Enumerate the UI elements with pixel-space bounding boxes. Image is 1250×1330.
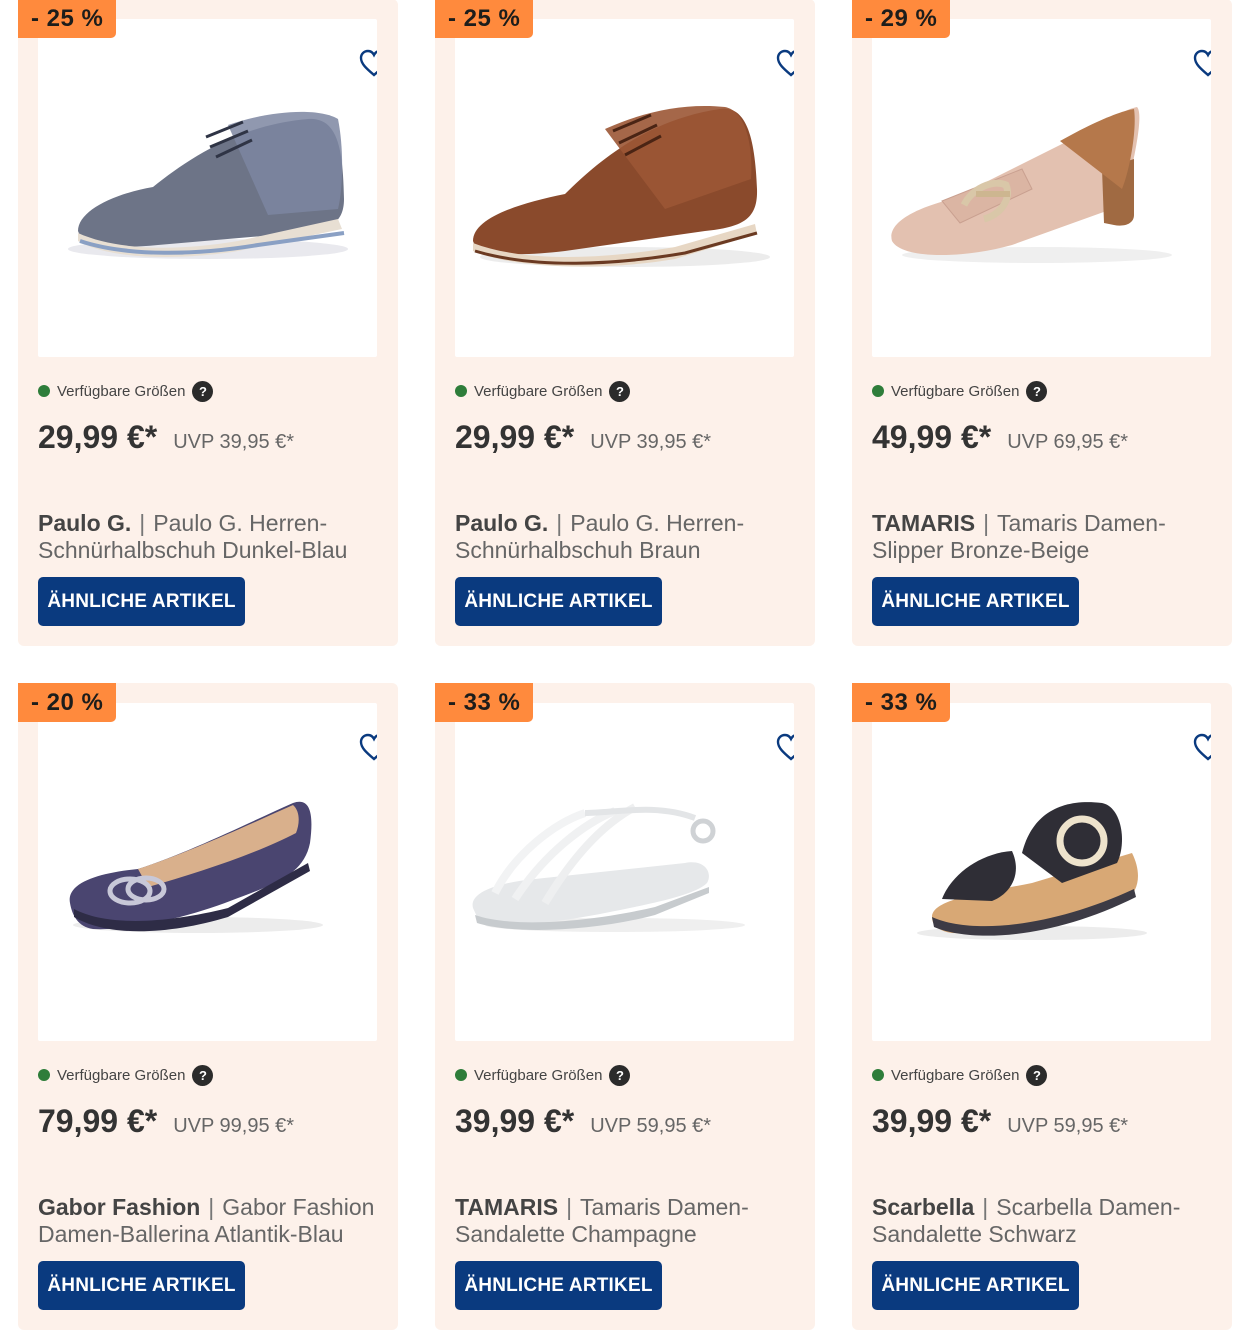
product-image[interactable] <box>38 19 377 357</box>
discount-badge: - 33 % <box>852 683 951 722</box>
uvp-price: UVP 59,95 €* <box>1007 1115 1129 1137</box>
price: 49,99 €* <box>872 419 992 455</box>
price-row: 39,99 €* UVP 59,95 €* <box>455 1103 711 1140</box>
title-separator: | <box>556 510 563 536</box>
heart-icon[interactable] <box>358 731 377 763</box>
product-title[interactable]: Gabor Fashion | Gabor Fashion Damen-Baller… <box>38 1194 383 1248</box>
similar-items-button[interactable]: ÄHNLICHE ARTIKEL <box>872 577 1079 626</box>
available-sizes: Verfügbare Größen ? <box>455 1063 631 1087</box>
brand-name: TAMARIS <box>872 510 976 536</box>
heart-icon[interactable] <box>358 47 377 79</box>
oxford-shoe-icon <box>68 111 348 259</box>
product-image[interactable] <box>455 19 794 357</box>
product-card[interactable]: - 33 % Verfügbare Größen ? 39,99 €* UVP … <box>435 683 815 1330</box>
price-row: 29,99 €* UVP 39,95 €* <box>38 419 294 456</box>
title-separator: | <box>983 510 990 536</box>
loafer-icon <box>891 107 1172 263</box>
brand-name: Paulo G. <box>455 510 549 536</box>
availability-dot <box>455 1069 467 1081</box>
sizes-label: Verfügbare Größen <box>891 382 1020 400</box>
wedge-sandal-icon <box>917 802 1147 940</box>
help-icon[interactable]: ? <box>192 380 214 402</box>
price: 39,99 €* <box>455 1103 575 1139</box>
similar-items-button[interactable]: ÄHNLICHE ARTIKEL <box>872 1261 1079 1310</box>
product-card[interactable]: - 29 % Verfügbare Größen ? 49,99 €* UVP … <box>852 0 1232 646</box>
heart-icon[interactable] <box>775 47 794 79</box>
product-card[interactable]: - 33 % Verfügbare Größen ? 39,99 €* UVP … <box>852 683 1232 1330</box>
help-icon[interactable]: ? <box>609 380 631 402</box>
similar-items-button[interactable]: ÄHNLICHE ARTIKEL <box>455 577 662 626</box>
similar-items-button[interactable]: ÄHNLICHE ARTIKEL <box>38 1261 245 1310</box>
heart-icon[interactable] <box>1192 731 1211 763</box>
sizes-label: Verfügbare Größen <box>57 382 186 400</box>
sizes-label: Verfügbare Größen <box>891 1066 1020 1084</box>
similar-items-button[interactable]: ÄHNLICHE ARTIKEL <box>455 1261 662 1310</box>
sizes-label: Verfügbare Größen <box>57 1066 186 1084</box>
availability-dot <box>455 385 467 397</box>
help-icon[interactable]: ? <box>609 1064 631 1086</box>
title-separator: | <box>982 1194 989 1220</box>
heart-icon[interactable] <box>1192 47 1211 79</box>
title-separator: | <box>208 1194 215 1220</box>
uvp-price: UVP 69,95 €* <box>1007 431 1129 453</box>
sandal-icon <box>472 803 745 932</box>
product-image[interactable] <box>38 703 377 1041</box>
heart-icon[interactable] <box>775 731 794 763</box>
product-title[interactable]: Paulo G. | Paulo G. Herren-Schnürhalbschuh… <box>455 510 800 564</box>
price-row: 29,99 €* UVP 39,95 €* <box>455 419 711 456</box>
product-card[interactable]: - 20 % Verfügbare Größen ? 79,99 €* UVP … <box>18 683 398 1330</box>
product-card[interactable]: - 25 % Verfügbare Größen ? 29,99 €* UVP … <box>18 0 398 646</box>
discount-badge: - 33 % <box>435 683 534 722</box>
ballerina-icon <box>69 801 323 933</box>
brand-name: TAMARIS <box>455 1194 559 1220</box>
brand-name: Gabor Fashion <box>38 1194 201 1220</box>
title-separator: | <box>566 1194 573 1220</box>
availability-dot <box>872 385 884 397</box>
available-sizes: Verfügbare Größen ? <box>38 379 214 403</box>
price: 39,99 €* <box>872 1103 992 1139</box>
discount-badge: - 20 % <box>18 683 117 722</box>
help-icon[interactable]: ? <box>192 1064 214 1086</box>
brand-name: Paulo G. <box>38 510 132 536</box>
product-title[interactable]: Scarbella | Scarbella Damen-Sandalette Sch… <box>872 1194 1217 1248</box>
price-row: 39,99 €* UVP 59,95 €* <box>872 1103 1128 1140</box>
price-row: 79,99 €* UVP 99,95 €* <box>38 1103 294 1140</box>
uvp-price: UVP 99,95 €* <box>173 1115 295 1137</box>
availability-dot <box>38 385 50 397</box>
discount-badge: - 25 % <box>435 0 534 38</box>
brand-name: Scarbella <box>872 1194 975 1220</box>
price: 79,99 €* <box>38 1103 158 1139</box>
product-image[interactable] <box>872 19 1211 357</box>
availability-dot <box>872 1069 884 1081</box>
available-sizes: Verfügbare Größen ? <box>872 379 1048 403</box>
product-title[interactable]: Paulo G. | Paulo G. Herren-Schnürhalbschuh… <box>38 510 383 564</box>
available-sizes: Verfügbare Größen ? <box>38 1063 214 1087</box>
sizes-label: Verfügbare Größen <box>474 382 603 400</box>
available-sizes: Verfügbare Größen ? <box>872 1063 1048 1087</box>
product-image[interactable] <box>872 703 1211 1041</box>
price-row: 49,99 €* UVP 69,95 €* <box>872 419 1128 456</box>
similar-items-button[interactable]: ÄHNLICHE ARTIKEL <box>38 577 245 626</box>
uvp-price: UVP 39,95 €* <box>590 431 712 453</box>
available-sizes: Verfügbare Größen ? <box>455 379 631 403</box>
product-card[interactable]: - 25 % Verfügbare Größen ? 29,99 €* UVP … <box>435 0 815 646</box>
price: 29,99 €* <box>455 419 575 455</box>
price: 29,99 €* <box>38 419 158 455</box>
help-icon[interactable]: ? <box>1026 1064 1048 1086</box>
product-title[interactable]: TAMARIS | Tamaris Damen-Sandalette Champag… <box>455 1194 800 1248</box>
product-title[interactable]: TAMARIS | Tamaris Damen-Slipper Bronze-Bei… <box>872 510 1217 564</box>
uvp-price: UVP 59,95 €* <box>590 1115 712 1137</box>
product-image[interactable] <box>455 703 794 1041</box>
title-separator: | <box>139 510 146 536</box>
discount-badge: - 25 % <box>18 0 117 38</box>
availability-dot <box>38 1069 50 1081</box>
oxford-shoe-icon <box>473 105 770 267</box>
sizes-label: Verfügbare Größen <box>474 1066 603 1084</box>
uvp-price: UVP 39,95 €* <box>173 431 295 453</box>
discount-badge: - 29 % <box>852 0 951 38</box>
help-icon[interactable]: ? <box>1026 380 1048 402</box>
